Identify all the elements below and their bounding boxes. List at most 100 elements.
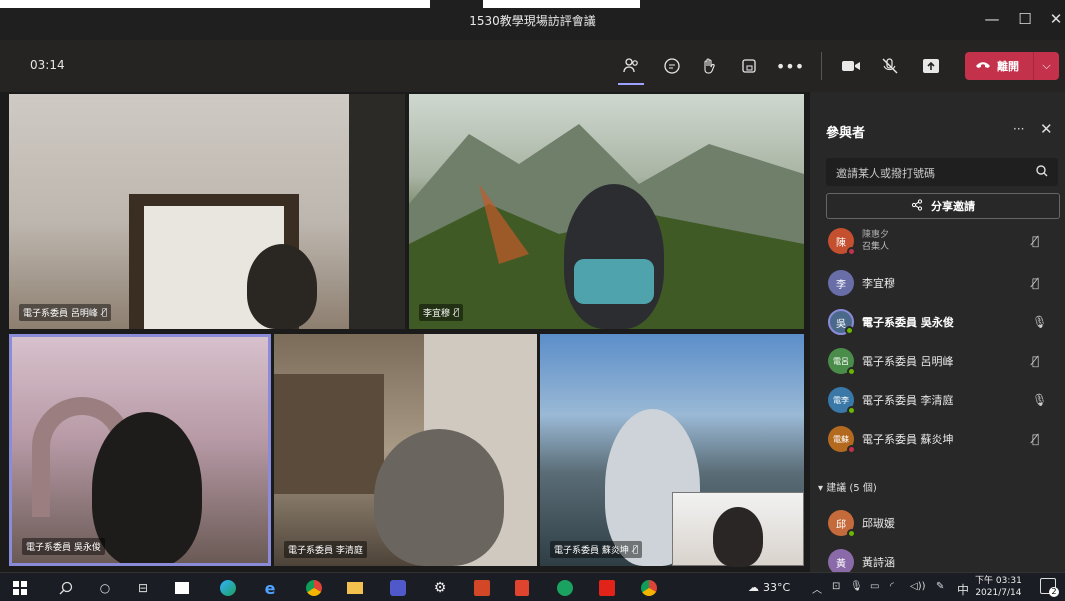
start-icon[interactable] [10,578,30,598]
settings-icon[interactable]: ⚙ [430,578,450,598]
share-icon [911,198,923,214]
more-options-button[interactable]: ··· [1013,122,1024,136]
people-icon[interactable] [618,54,644,78]
app-icon[interactable] [512,578,532,598]
app-icon[interactable] [555,578,575,598]
list-item[interactable]: 電呂 電子系委員 呂明峰 🎙̸ [810,343,1065,379]
list-item[interactable]: 吳 電子系委員 吳永俊 🎙 [810,304,1065,340]
mic-off-icon: 🎙̸ [632,544,639,555]
leave-button[interactable]: 離開 ⌵ [965,52,1059,80]
mic-off-icon: 🎙̸ [101,307,108,318]
participant-name: 電子系委員 李清庭 [862,394,954,407]
notification-icon[interactable]: 2 [1040,578,1059,597]
search-icon [1036,165,1048,179]
leave-label: 離開 [997,60,1019,73]
participant-name: 電子系委員 吳永俊 [862,316,954,329]
maximize-button[interactable]: ☐ [1013,10,1037,28]
avatar: 電呂 [828,348,856,376]
list-item[interactable]: 電蘇 電子系委員 蘇炎坤 🎙̸ [810,421,1065,457]
volume-icon[interactable]: ◁)) [910,581,926,592]
mic-on-icon: 🎙 [1032,315,1048,329]
chat-icon[interactable] [659,54,685,78]
search-icon[interactable] [56,578,76,598]
task-view-icon[interactable]: ⊟ [133,578,153,598]
video-tile[interactable]: 李宜穆 🎙̸ [409,94,804,329]
invite-search-input[interactable]: 邀請某人或撥打號碼 [826,158,1058,186]
mic-on-icon: 🎙 [1032,393,1048,407]
tile-name-label: 電子系委員 吳永俊 [22,538,105,555]
cloud-icon: ☁ [748,581,759,594]
clock-time: 下午 03:31 [975,576,1022,586]
video-tile[interactable]: 電子系委員 呂明峰 🎙̸ [9,94,405,329]
tray-icon[interactable]: ⊡ [832,581,840,592]
window-title: 1530教學現場訪評會議 [469,14,596,28]
participant-name: 電子系委員 蘇炎坤 [862,433,954,446]
suggestions-header[interactable]: ▾ 建議 (5 個) [818,479,877,494]
powerpoint-icon[interactable] [472,578,492,598]
mic-off-icon: 🎙̸ [1032,276,1040,290]
acrobat-icon[interactable] [597,578,617,598]
teams-icon[interactable] [388,578,408,598]
close-button[interactable]: ✕ [1044,10,1065,28]
participant-video [374,429,504,566]
participant-name: 電子系委員 呂明峰 [862,355,954,368]
list-item[interactable]: 黃 黃詩涵 [810,544,1065,572]
toolbar-divider [821,52,822,80]
suggestion-name: 黃詩涵 [862,556,895,569]
mic-off-icon[interactable] [877,54,903,78]
wifi-icon[interactable]: ◜ [890,581,894,592]
minimize-button[interactable]: — [980,10,1004,28]
list-item[interactable]: 邱 邱琡媛 [810,505,1065,541]
participant-video [564,184,664,329]
participant-role: 召集人 [862,242,890,252]
self-view-video[interactable] [672,492,804,567]
weather-widget[interactable]: ☁ 33°C [748,581,790,594]
leave-main[interactable]: 離開 [965,58,1033,74]
rooms-icon[interactable] [736,54,762,78]
bookshelf [274,374,384,494]
clock[interactable]: 下午 03:31 2021/7/14 [975,575,1022,599]
video-stage: 電子系委員 呂明峰 🎙̸ 李宜穆 🎙̸ 電子系委員 吳永俊 電子系委員 李清庭 電子… [0,92,810,572]
ime-indicator[interactable]: 中 [957,581,969,598]
tile-name-label: 電子系委員 蘇炎坤 🎙̸ [550,541,643,558]
avatar: 邱 [828,510,856,538]
chevron-down-icon[interactable]: ⌵ [1034,59,1059,73]
tile-name-label: 電子系委員 李清庭 [284,541,367,558]
network-icon[interactable]: ▭ [870,581,879,592]
meeting-toolbar: 03:14 ••• 離開 ⌵ [0,40,1065,92]
store-icon[interactable] [172,578,192,598]
mic-off-icon: 🎙̸ [1032,234,1040,248]
mic-off-icon: 🎙̸ [454,307,460,318]
close-panel-button[interactable]: ✕ [1040,120,1053,138]
pen-icon[interactable]: ✎ [936,581,944,592]
list-item[interactable]: 李 李宜穆 🎙̸ [810,265,1065,301]
share-invite-label: 分享邀請 [931,200,975,213]
participant-name: 李宜穆 [862,277,895,290]
list-item[interactable]: 陳 陳惠夕 召集人 🎙̸ [810,227,1065,259]
more-icon[interactable]: ••• [776,54,804,78]
share-invite-button[interactable]: 分享邀請 [826,193,1060,219]
edge-icon[interactable] [218,578,238,598]
suggestion-name: 邱琡媛 [862,517,895,530]
weather-temp: 33°C [763,581,791,594]
taskbar: ○ ⊟ e ⚙ ☁ 33°C ︿ ⊡ 🎙 ▭ ◜ ◁)) ✎ 中 下午 03:3… [0,572,1065,601]
chrome-icon[interactable] [304,578,324,598]
video-tile[interactable]: 電子系委員 李清庭 [274,334,537,566]
window-edge [0,0,430,8]
cortana-icon[interactable]: ○ [95,578,115,598]
chevron-up-icon[interactable]: ︿ [812,581,822,596]
ie-icon[interactable]: e [260,578,280,598]
video-tile-active-speaker[interactable]: 電子系委員 吳永俊 [9,334,271,566]
camera-icon[interactable] [838,54,864,78]
file-explorer-icon[interactable] [345,578,365,598]
chrome-icon[interactable] [639,578,659,598]
mic-icon[interactable]: 🎙 [850,581,863,592]
mic-off-icon: 🎙̸ [1032,432,1040,446]
list-item[interactable]: 電李 電子系委員 李清庭 🎙 [810,382,1065,418]
raise-hand-icon[interactable] [696,54,722,78]
participants-panel: 參與者 ··· ✕ 邀請某人或撥打號碼 分享邀請 陳 陳惠夕 召集人 🎙̸ 李 … [810,92,1065,572]
avatar: 李 [828,270,854,296]
phone-icon [975,60,991,73]
self-participant [713,507,763,567]
share-tray-icon[interactable] [918,54,944,78]
